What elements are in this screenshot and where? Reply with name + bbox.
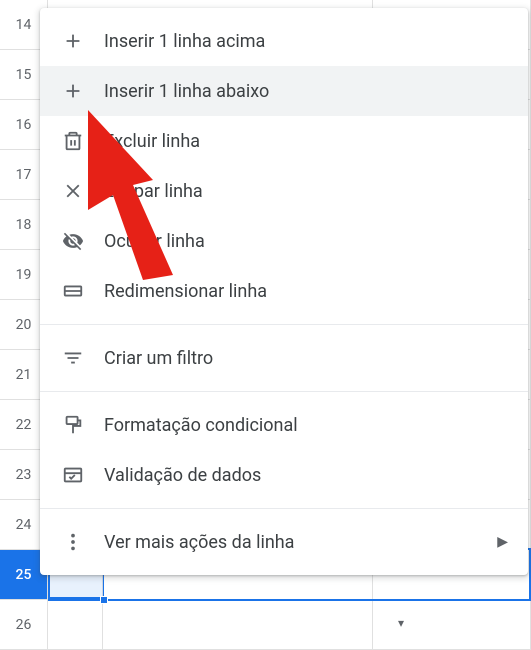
menu-label: Ver mais ações da linha: [104, 532, 497, 553]
menu-insert-row-below[interactable]: Inserir 1 linha abaixo: [40, 66, 528, 116]
row-header-26[interactable]: 26: [0, 600, 48, 650]
menu-divider: [40, 391, 528, 392]
menu-label: Redimensionar linha: [104, 281, 508, 302]
plus-icon: [60, 28, 86, 54]
menu-label: Inserir 1 linha abaixo: [104, 81, 508, 102]
more-icon: [60, 529, 86, 555]
menu-conditional-formatting[interactable]: Formatação condicional: [40, 400, 528, 450]
menu-data-validation[interactable]: Validação de dados: [40, 450, 528, 500]
filter-icon: [60, 345, 86, 371]
menu-label: Formatação condicional: [104, 415, 508, 436]
validation-icon: [60, 462, 86, 488]
trash-icon: [60, 128, 86, 154]
resize-icon: [60, 278, 86, 304]
menu-resize-row[interactable]: Redimensionar linha: [40, 266, 528, 316]
menu-label: Excluir linha: [104, 131, 508, 152]
menu-divider: [40, 324, 528, 325]
menu-delete-row[interactable]: Excluir linha: [40, 116, 528, 166]
submenu-arrow-icon: ▶: [497, 534, 508, 550]
eye-off-icon: [60, 228, 86, 254]
menu-hide-row[interactable]: Ocultar linha: [40, 216, 528, 266]
menu-label: Inserir 1 linha acima: [104, 31, 508, 52]
x-icon: [60, 178, 86, 204]
menu-label: Criar um filtro: [104, 348, 508, 369]
menu-label: Limpar linha: [104, 181, 508, 202]
plus-icon: [60, 78, 86, 104]
paint-icon: [60, 412, 86, 438]
dropdown-caret-icon: ▾: [398, 616, 404, 630]
menu-clear-row[interactable]: Limpar linha: [40, 166, 528, 216]
context-menu: Inserir 1 linha acima Inserir 1 linha ab…: [40, 8, 528, 575]
menu-insert-row-above[interactable]: Inserir 1 linha acima: [40, 16, 528, 66]
menu-divider: [40, 508, 528, 509]
menu-label: Validação de dados: [104, 465, 508, 486]
menu-more-row-actions[interactable]: Ver mais ações da linha ▶: [40, 517, 528, 567]
menu-label: Ocultar linha: [104, 231, 508, 252]
menu-create-filter[interactable]: Criar um filtro: [40, 333, 528, 383]
fill-handle[interactable]: [100, 596, 108, 604]
